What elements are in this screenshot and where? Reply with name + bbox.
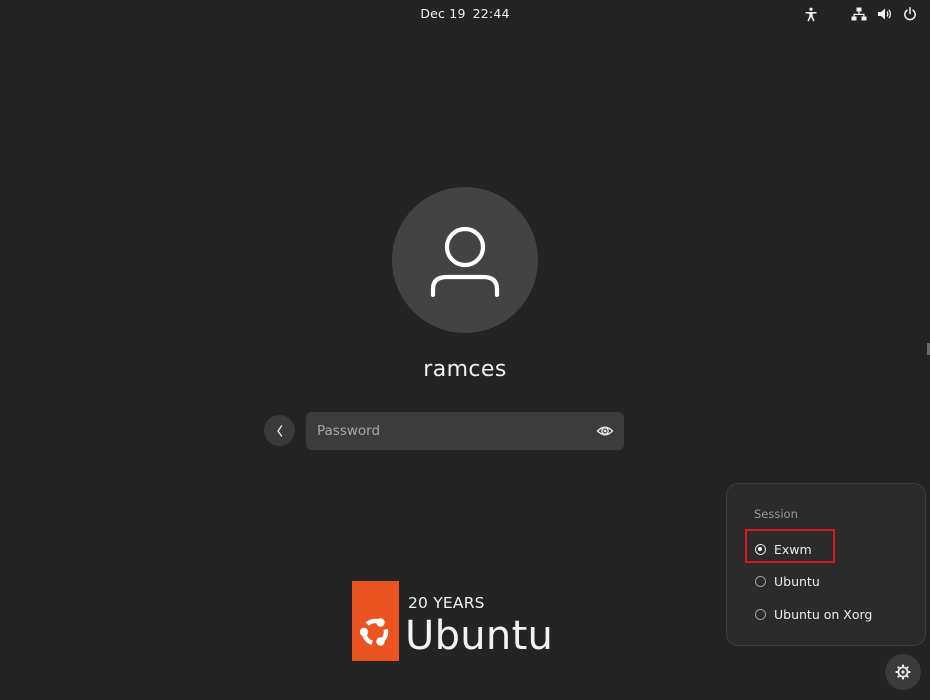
anniversary-label: 20 YEARS	[408, 594, 485, 612]
gear-icon	[895, 664, 911, 680]
session-menu: Session Exwm Ubuntu Ubuntu on Xorg	[726, 483, 926, 646]
user-avatar	[392, 187, 538, 333]
login-screen: Dec 19 22:44	[0, 0, 930, 700]
password-input[interactable]	[306, 412, 576, 450]
back-button[interactable]	[264, 415, 295, 446]
top-bar: Dec 19 22:44	[0, 0, 930, 28]
circle-of-friends-icon	[356, 613, 394, 651]
radio-icon	[755, 576, 766, 587]
brand-name: Ubuntu	[405, 612, 553, 660]
session-option-ubuntu[interactable]: Ubuntu	[755, 571, 820, 591]
eye-icon[interactable]	[596, 422, 614, 440]
highlight-box	[745, 529, 835, 563]
session-heading: Session	[754, 507, 798, 521]
accessibility-icon[interactable]	[802, 5, 820, 23]
clock-time: 22:44	[473, 6, 510, 21]
ubuntu-logo	[352, 581, 399, 661]
password-field[interactable]	[306, 412, 624, 450]
session-option-label: Ubuntu	[774, 574, 820, 589]
username-label: ramces	[0, 357, 930, 382]
session-option-label: Ubuntu on Xorg	[774, 607, 872, 622]
network-icon[interactable]	[850, 5, 868, 23]
session-option-ubuntu-xorg[interactable]: Ubuntu on Xorg	[755, 604, 872, 624]
volume-icon[interactable]	[876, 5, 894, 23]
radio-icon	[755, 609, 766, 620]
settings-button[interactable]	[885, 654, 921, 690]
user-icon	[420, 215, 510, 305]
clock[interactable]: Dec 19 22:44	[0, 6, 930, 21]
clock-date: Dec 19	[420, 6, 465, 21]
chevron-left-icon	[274, 424, 286, 438]
power-icon[interactable]	[901, 5, 919, 23]
